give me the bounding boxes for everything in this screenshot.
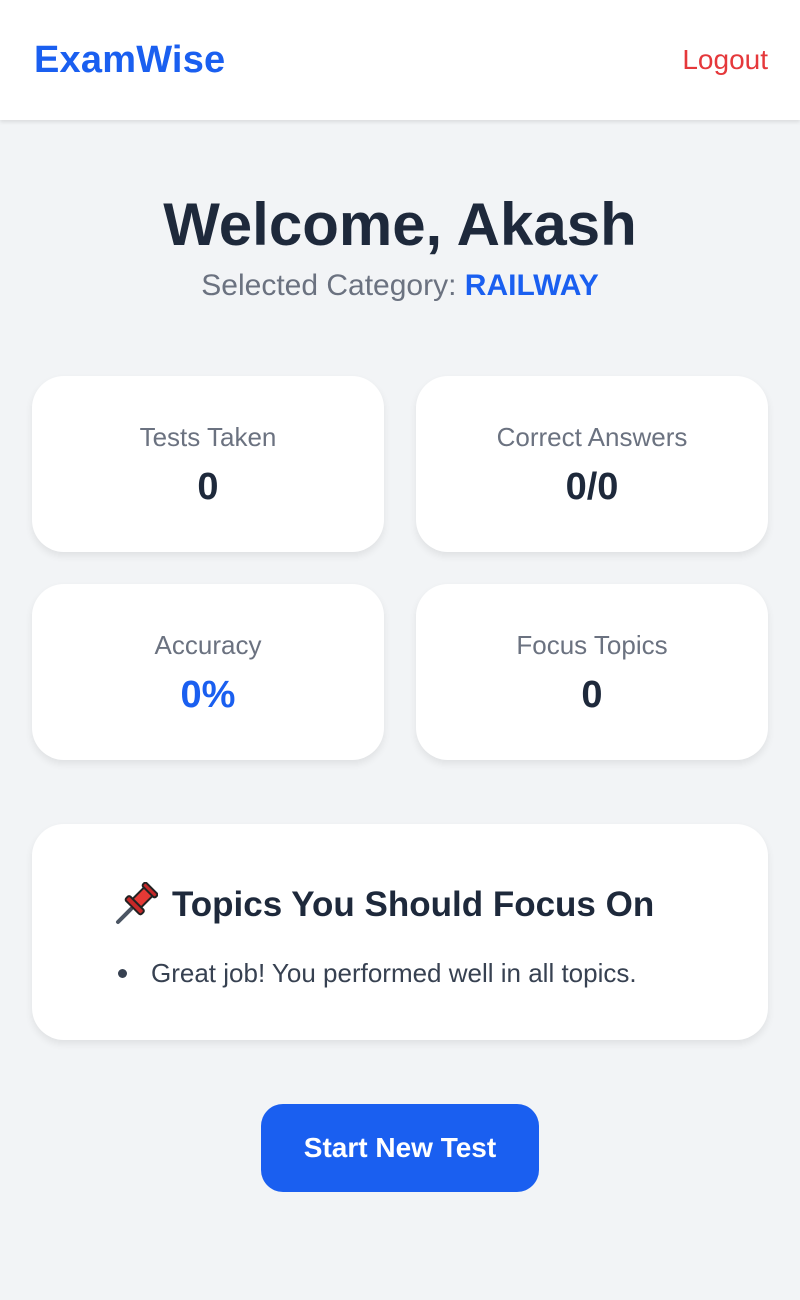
stat-value: 0	[581, 674, 603, 716]
focus-title-text: Topics You Should Focus On	[172, 885, 655, 924]
stat-label: Tests Taken	[139, 422, 277, 452]
focus-topics-list: Great job! You performed well in all top…	[118, 958, 637, 989]
stat-value: 0	[197, 466, 219, 508]
stat-card-accuracy: Accuracy 0%	[32, 584, 384, 760]
list-item-text: Great job! You performed well in all top…	[151, 958, 637, 988]
logout-link[interactable]: Logout	[682, 44, 768, 76]
start-new-test-button[interactable]: Start New Test	[261, 1104, 539, 1192]
focus-topics-heading: Topics You Should Focus On	[112, 881, 655, 928]
stat-card-correct-answers: Correct Answers 0/0	[416, 376, 768, 552]
stat-value: 0%	[180, 674, 236, 716]
brand-logo[interactable]: ExamWise	[34, 39, 225, 82]
stat-label: Correct Answers	[496, 422, 688, 452]
stat-value: 0/0	[565, 466, 619, 508]
focus-topics-card: Topics You Should Focus On Great job! Yo…	[32, 824, 768, 1040]
selected-category: Selected Category: RAILWAY	[0, 269, 800, 303]
list-item: Great job! You performed well in all top…	[118, 958, 637, 989]
category-label: Selected Category:	[201, 269, 457, 302]
stat-card-focus-topics: Focus Topics 0	[416, 584, 768, 760]
stat-label: Accuracy	[154, 630, 262, 660]
top-navbar: ExamWise Logout	[0, 0, 800, 120]
bullet-icon	[118, 969, 127, 978]
pushpin-icon	[112, 881, 159, 928]
stat-label: Focus Topics	[516, 630, 668, 660]
welcome-heading: Welcome, Akash	[163, 191, 637, 258]
category-value: RAILWAY	[464, 269, 599, 302]
stat-card-tests-taken: Tests Taken 0	[32, 376, 384, 552]
welcome-section: Welcome, Akash Selected Category: RAILWA…	[0, 185, 800, 303]
